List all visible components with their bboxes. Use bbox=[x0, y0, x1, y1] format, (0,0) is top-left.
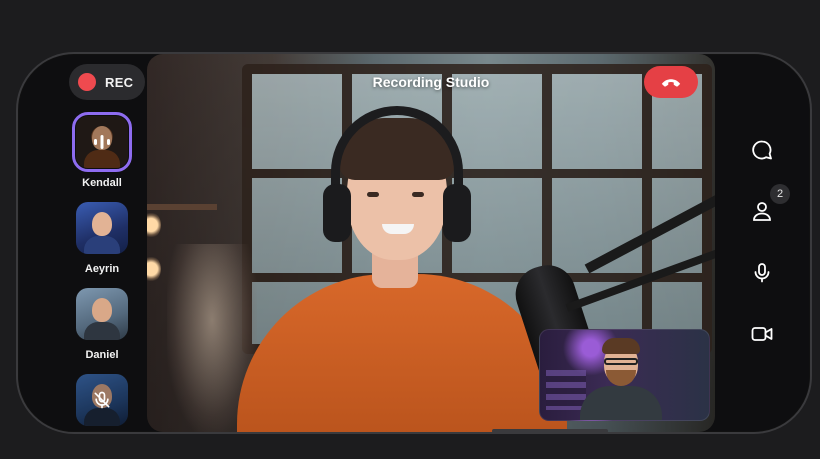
record-dot-icon bbox=[78, 73, 96, 91]
participants-count-badge: 2 bbox=[770, 184, 790, 204]
person-icon bbox=[753, 202, 771, 221]
participant-kendall[interactable]: Kendall bbox=[70, 112, 134, 189]
microphone-button[interactable] bbox=[748, 259, 776, 287]
mic-muted-icon bbox=[94, 391, 110, 409]
participant-daniel[interactable]: Daniel bbox=[70, 288, 134, 361]
participant-aeyrin[interactable]: Aeyrin bbox=[70, 202, 134, 275]
record-button[interactable]: REC bbox=[69, 64, 145, 100]
main-video-feed: Recording Studio bbox=[147, 54, 715, 432]
avatar bbox=[76, 202, 128, 254]
home-indicator bbox=[492, 429, 608, 433]
phone-frame: REC Kendall Aeyrin Daniel Recording Stud… bbox=[16, 52, 812, 434]
call-title: Recording Studio bbox=[372, 74, 490, 90]
participant-name: Aeyrin bbox=[84, 263, 120, 275]
hang-up-icon bbox=[661, 79, 681, 87]
end-call-button[interactable] bbox=[644, 66, 698, 98]
background-light bbox=[147, 212, 161, 238]
call-screen: REC Kendall Aeyrin Daniel Recording Stud… bbox=[18, 54, 810, 432]
call-controls: 2 bbox=[736, 54, 796, 432]
microphone-icon bbox=[754, 263, 770, 283]
video-camera-icon bbox=[751, 327, 773, 341]
self-view-video[interactable] bbox=[539, 329, 710, 421]
avatar bbox=[76, 374, 128, 426]
background-light bbox=[147, 256, 161, 282]
chat-bubble-icon bbox=[752, 140, 772, 160]
chat-button[interactable] bbox=[748, 136, 776, 164]
avatar bbox=[76, 288, 128, 340]
participants-button[interactable] bbox=[748, 197, 776, 225]
participant-name: Kendall bbox=[82, 177, 122, 189]
participant-name: Daniel bbox=[85, 349, 119, 361]
camera-button[interactable] bbox=[748, 320, 776, 348]
participant-muted[interactable] bbox=[70, 374, 134, 426]
record-label: REC bbox=[105, 74, 134, 90]
speaking-icon bbox=[94, 135, 110, 149]
avatar bbox=[72, 112, 132, 172]
